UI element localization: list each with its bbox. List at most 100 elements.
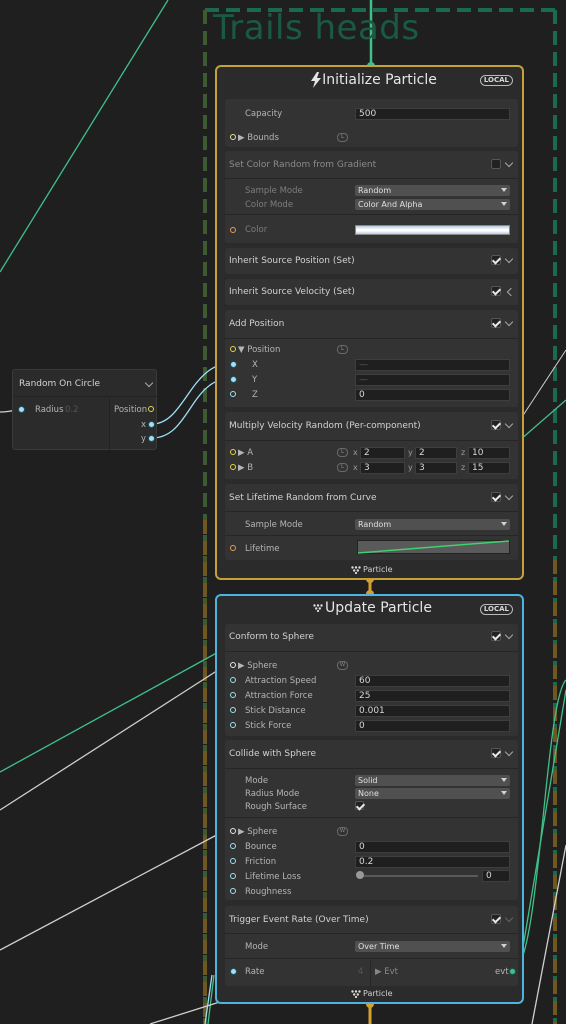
attraction-speed-field[interactable]: 60 xyxy=(355,675,510,687)
lifetime-loss-slider-track[interactable] xyxy=(358,875,478,877)
z-field[interactable]: 0 xyxy=(355,389,510,401)
position-port[interactable] xyxy=(230,346,236,352)
b-y-field[interactable]: 3 xyxy=(415,462,457,474)
chevron-down-icon[interactable] xyxy=(504,254,514,264)
color-mode-dropdown[interactable]: Color And Alpha xyxy=(355,199,510,210)
gradient-field[interactable] xyxy=(355,225,510,235)
gradient-enable-checkbox[interactable] xyxy=(491,159,501,169)
lifetime-checkbox[interactable] xyxy=(491,492,501,502)
local-space-icon[interactable]: L xyxy=(337,133,348,142)
trigger-checkbox[interactable] xyxy=(491,914,501,924)
group-title[interactable]: Trails heads xyxy=(213,8,420,48)
sphere-label[interactable]: ▶ Sphere xyxy=(238,661,277,671)
stick-force-port[interactable] xyxy=(230,722,236,728)
radius-input-port[interactable] xyxy=(18,406,25,413)
bounce-field[interactable]: 0 xyxy=(355,841,510,853)
chevron-down-icon[interactable] xyxy=(504,158,514,168)
chevron-down-icon[interactable] xyxy=(144,378,154,388)
conform-to-sphere-block[interactable]: Conform to Sphere ▶ Sphere W Attraction … xyxy=(225,624,518,736)
stick-distance-field[interactable]: 0.001 xyxy=(355,705,510,717)
chevron-down-icon[interactable] xyxy=(504,630,514,640)
x-output-port[interactable] xyxy=(148,421,155,428)
friction-port[interactable] xyxy=(230,858,236,864)
rate-port[interactable] xyxy=(230,968,237,975)
trigger-event-rate-block[interactable]: Trigger Event Rate (Over Time) Mode Over… xyxy=(225,906,518,986)
stick-distance-port[interactable] xyxy=(230,707,236,713)
a-x-field[interactable]: 2 xyxy=(360,447,405,459)
world-space-icon[interactable]: W xyxy=(337,661,348,670)
chevron-down-icon[interactable] xyxy=(504,317,514,327)
attraction-force-field[interactable]: 25 xyxy=(355,690,510,702)
attraction-speed-port[interactable] xyxy=(230,677,236,683)
update-header[interactable]: Update Particle LOCAL xyxy=(217,596,522,624)
multiply-velocity-checkbox[interactable] xyxy=(491,420,501,430)
inherit-source-velocity-block[interactable]: Inherit Source Velocity (Set) xyxy=(225,279,518,305)
rate-value[interactable]: 4 xyxy=(358,967,363,977)
collide-sphere-port[interactable] xyxy=(230,828,236,834)
update-particle-context[interactable]: Update Particle LOCAL Conform to Sphere … xyxy=(215,594,524,1004)
y-port[interactable] xyxy=(230,376,237,383)
a-y-field[interactable]: 2 xyxy=(415,447,457,459)
multiply-velocity-random-block[interactable]: Multiply Velocity Random (Per-component)… xyxy=(225,412,518,479)
add-position-block[interactable]: Add Position ▼ Position L X — Y — Z 0 xyxy=(225,310,518,407)
stick-force-field[interactable]: 0 xyxy=(355,720,510,732)
a-z-field[interactable]: 10 xyxy=(468,447,510,459)
sphere-port[interactable] xyxy=(230,662,236,668)
lifetime-loss-field[interactable]: 0 xyxy=(482,870,510,882)
lifetime-sample-mode-dropdown[interactable]: Random xyxy=(355,519,510,530)
position-label[interactable]: ▼ Position xyxy=(238,345,280,355)
chevron-left-icon[interactable] xyxy=(506,287,516,297)
a-label[interactable]: ▶ A xyxy=(238,448,253,458)
chevron-down-icon[interactable] xyxy=(504,419,514,429)
initialize-particle-context[interactable]: Initialize Particle LOCAL Capacity 500 ▶… xyxy=(215,65,524,580)
attraction-force-port[interactable] xyxy=(230,692,236,698)
y-output-port[interactable] xyxy=(148,435,155,442)
initialize-header[interactable]: Initialize Particle LOCAL xyxy=(217,67,522,95)
set-lifetime-random-block[interactable]: Set Lifetime Random from Curve Sample Mo… xyxy=(225,484,518,560)
chevron-down-icon[interactable] xyxy=(504,913,514,923)
bounce-port[interactable] xyxy=(230,843,236,849)
sample-mode-dropdown[interactable]: Random xyxy=(355,185,510,196)
collide-checkbox[interactable] xyxy=(491,748,501,758)
capacity-field[interactable]: 500 xyxy=(355,108,510,120)
x-port[interactable] xyxy=(230,361,237,368)
b-z-field[interactable]: 15 xyxy=(468,462,510,474)
trigger-mode-dropdown[interactable]: Over Time xyxy=(355,941,510,952)
collide-sphere-label[interactable]: ▶ Sphere xyxy=(238,827,277,837)
world-space-icon[interactable]: W xyxy=(337,827,348,836)
bounds-label[interactable]: ▶ Bounds xyxy=(238,133,279,143)
inherit-velocity-checkbox[interactable] xyxy=(491,286,501,296)
x-field[interactable]: — xyxy=(355,359,510,371)
position-output-port[interactable] xyxy=(148,406,154,412)
color-port[interactable] xyxy=(230,227,236,233)
lifetime-loss-slider-thumb[interactable] xyxy=(356,871,364,879)
radius-mode-dropdown[interactable]: None xyxy=(355,788,510,799)
set-color-random-block[interactable]: Set Color Random from Gradient Sample Mo… xyxy=(225,151,518,243)
lifetime-port[interactable] xyxy=(230,545,236,551)
bounds-port[interactable] xyxy=(230,134,236,140)
b-x-field[interactable]: 3 xyxy=(360,462,405,474)
radius-value[interactable]: 0.2 xyxy=(65,405,79,415)
evt-output-port[interactable] xyxy=(509,968,516,975)
b-port[interactable] xyxy=(230,464,236,470)
local-space-icon[interactable]: L xyxy=(337,345,348,354)
conform-checkbox[interactable] xyxy=(491,631,501,641)
lifetime-loss-port[interactable] xyxy=(230,873,236,879)
inherit-position-checkbox[interactable] xyxy=(491,255,501,265)
a-port[interactable] xyxy=(230,449,236,455)
local-space-icon[interactable]: L xyxy=(337,463,348,472)
chevron-down-icon[interactable] xyxy=(504,491,514,501)
lifetime-curve-field[interactable] xyxy=(357,540,510,554)
b-label[interactable]: ▶ B xyxy=(238,463,253,473)
chevron-down-icon[interactable] xyxy=(504,747,514,757)
rough-surface-checkbox[interactable] xyxy=(355,801,364,810)
roughness-port[interactable] xyxy=(230,888,236,894)
collide-with-sphere-block[interactable]: Collide with Sphere Mode Solid Radius Mo… xyxy=(225,740,518,900)
add-position-checkbox[interactable] xyxy=(491,318,501,328)
friction-field[interactable]: 0.2 xyxy=(355,856,510,868)
local-space-icon[interactable]: L xyxy=(337,448,348,457)
y-field[interactable]: — xyxy=(355,374,510,386)
inherit-source-position-block[interactable]: Inherit Source Position (Set) xyxy=(225,248,518,274)
z-port[interactable] xyxy=(230,391,236,397)
random-on-circle-node[interactable]: Random On Circle Radius 0.2 Position x y xyxy=(12,369,158,450)
